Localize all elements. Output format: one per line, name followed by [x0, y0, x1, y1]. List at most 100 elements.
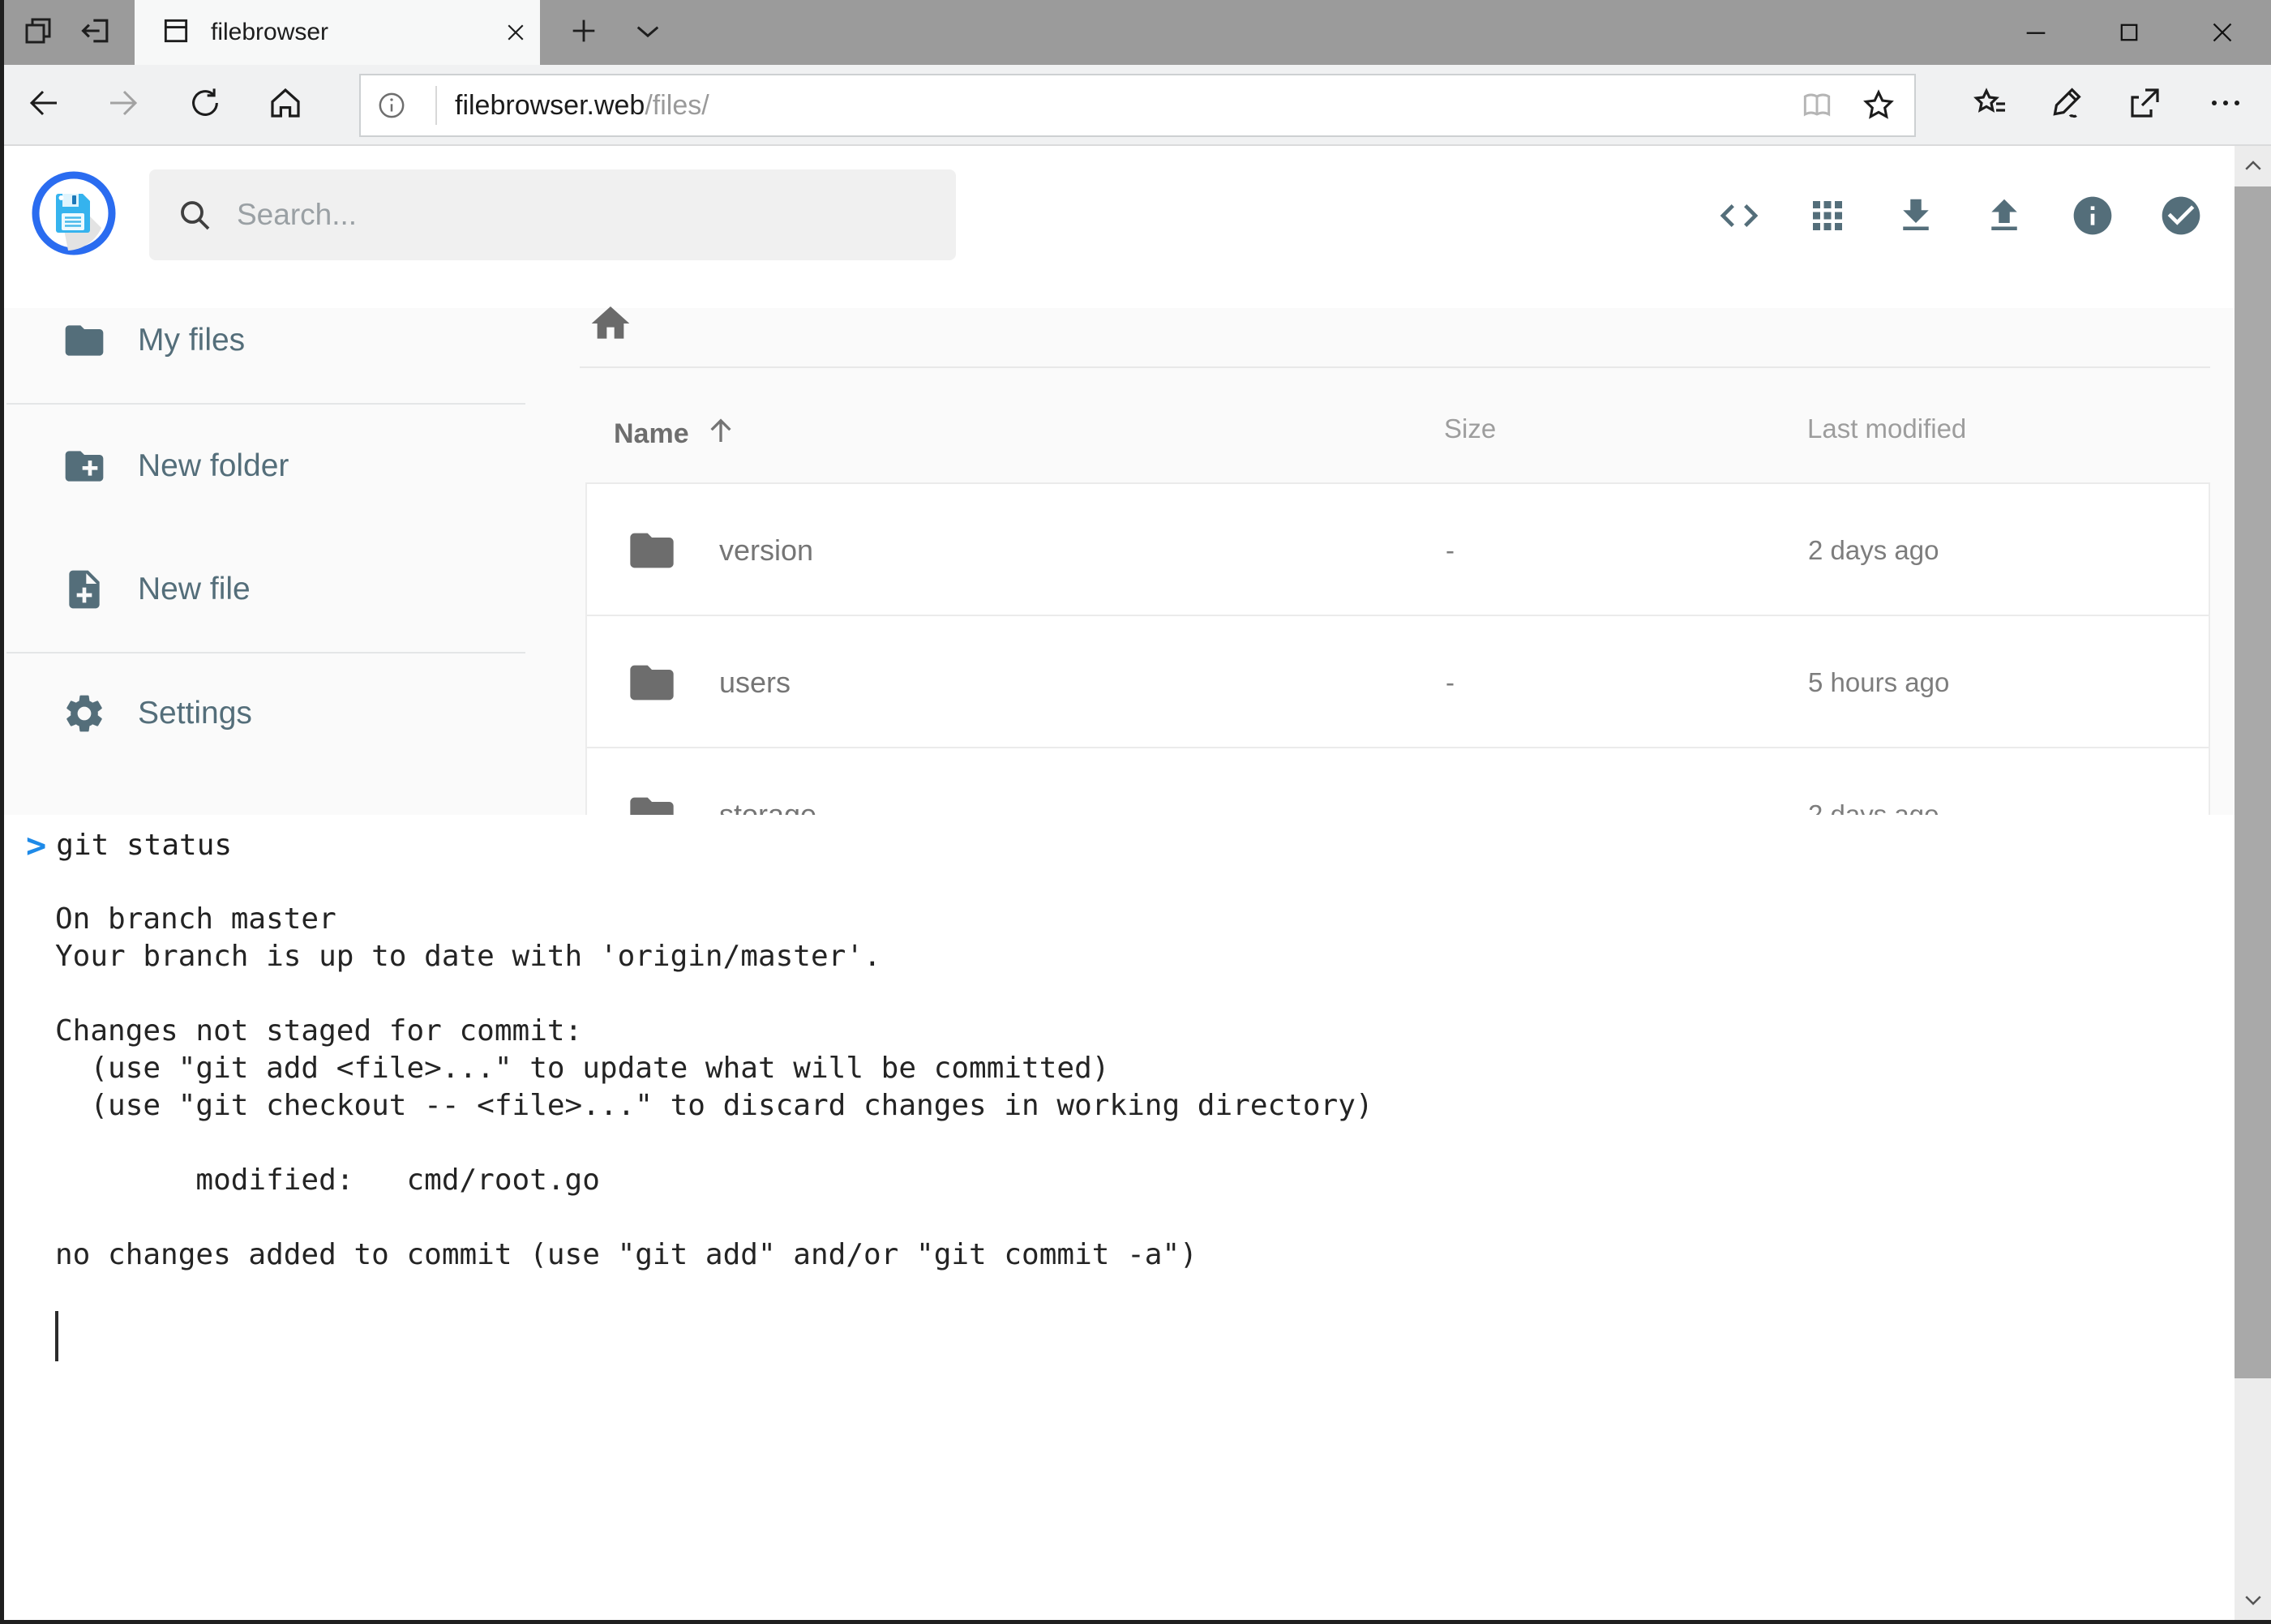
address-bar[interactable]: filebrowser.web/files/: [359, 74, 1916, 137]
download-icon: [1894, 194, 1938, 238]
refresh-icon: [186, 84, 224, 126]
browser-tab[interactable]: filebrowser: [135, 0, 540, 65]
url-path: /files/: [645, 90, 709, 121]
folder-icon: [62, 318, 107, 363]
web-notes-button[interactable]: [2035, 65, 2100, 144]
code-icon: [1716, 193, 1762, 238]
column-header-label: Size: [1444, 413, 1496, 444]
hub-favorites-icon: [1971, 84, 2010, 126]
minimize-button[interactable]: [1989, 0, 2082, 65]
close-window-button[interactable]: [2175, 0, 2269, 65]
scrollbar-thumb[interactable]: [2235, 186, 2271, 1378]
folder-icon: [626, 525, 678, 576]
column-header-modified[interactable]: Last modified: [1807, 413, 1966, 444]
maximize-button[interactable]: [2082, 0, 2175, 65]
forward-icon: [104, 84, 143, 126]
more-dots-icon: [2206, 84, 2245, 126]
web-notes-pen-icon: [2048, 84, 2087, 126]
tab-bar: filebrowser: [0, 0, 2271, 65]
grid-view-icon: [1806, 194, 1849, 238]
column-header-label: Name: [614, 418, 689, 450]
sidebar-item-label: My files: [138, 323, 245, 358]
browser-toolbar: filebrowser.web/files/: [0, 65, 2271, 146]
sidebar-item-label: New file: [138, 572, 251, 607]
sidebar-item-settings[interactable]: Settings: [0, 678, 535, 749]
tab-list-chevron-icon: [631, 14, 665, 52]
address-bar-separator: [435, 86, 437, 125]
sidebar-item-new-file[interactable]: New file: [0, 554, 535, 625]
file-name: version: [719, 533, 813, 568]
sidebar-divider: [6, 403, 525, 405]
back-icon: [24, 84, 63, 126]
new-tab-icon: [568, 15, 600, 51]
page-scrollbar[interactable]: [2235, 146, 2271, 1624]
terminal-panel[interactable]: > git status On branch master Your branc…: [0, 815, 2271, 1624]
reading-view-button[interactable]: [1786, 75, 1848, 135]
url-text: filebrowser.web/files/: [455, 90, 709, 122]
arrow-up-icon: [704, 413, 738, 455]
column-header-size[interactable]: Size: [1444, 413, 1496, 444]
tab-preview-icon: [21, 14, 55, 52]
tab-page-icon: [161, 15, 191, 50]
file-size: -: [1446, 667, 1455, 698]
hub-button[interactable]: [1958, 65, 2023, 144]
home-button[interactable]: [248, 65, 323, 144]
terminal-cursor: [55, 1311, 58, 1361]
share-button[interactable]: [2112, 65, 2177, 144]
raw-code-button[interactable]: [1705, 182, 1773, 250]
chevron-down-icon: [2241, 1588, 2265, 1612]
new-folder-icon: [62, 443, 107, 489]
prompt-chevron-icon: >: [26, 825, 46, 865]
download-button[interactable]: [1882, 182, 1950, 250]
grid-view-button[interactable]: [1793, 182, 1862, 250]
file-modified: 5 hours ago: [1808, 667, 1949, 698]
forward-button[interactable]: [86, 65, 161, 144]
refresh-button[interactable]: [168, 65, 242, 144]
info-icon: [2070, 193, 2115, 238]
back-button[interactable]: [6, 65, 81, 144]
scroll-up-button[interactable]: [2235, 146, 2271, 186]
info-button[interactable]: [2059, 182, 2127, 250]
set-tabs-aside-button[interactable]: [71, 0, 122, 65]
breadcrumb-divider: [580, 366, 2210, 368]
search-input[interactable]: [237, 198, 902, 232]
favorite-star-button[interactable]: [1848, 75, 1909, 135]
url-host: filebrowser.web: [455, 90, 645, 121]
share-icon: [2125, 84, 2164, 126]
sidebar-item-new-folder[interactable]: New folder: [0, 431, 535, 502]
sidebar-item-my-files[interactable]: My files: [0, 305, 535, 376]
file-size: -: [1446, 535, 1455, 566]
sidebar-divider: [6, 652, 525, 653]
site-info-icon[interactable]: [361, 75, 422, 135]
column-header-name[interactable]: Name: [614, 413, 738, 455]
scroll-down-button[interactable]: [2235, 1579, 2271, 1620]
sidebar-item-label: Settings: [138, 696, 252, 731]
upload-button[interactable]: [1970, 182, 2038, 250]
tab-title: filebrowser: [211, 19, 491, 46]
file-name: users: [719, 666, 791, 700]
filebrowser-logo: [32, 171, 116, 255]
terminal-command: git status: [56, 829, 232, 862]
home-icon: [588, 301, 633, 346]
tab-close-button[interactable]: [491, 0, 540, 65]
select-multiple-button[interactable]: [2147, 182, 2215, 250]
column-header-label: Last modified: [1807, 413, 1966, 444]
search-bar[interactable]: [149, 169, 956, 260]
file-row-version[interactable]: version - 2 days ago: [587, 484, 2209, 616]
terminal-command-line: > git status: [26, 823, 232, 867]
settings-more-button[interactable]: [2193, 65, 2258, 144]
terminal-output: On branch master Your branch is up to da…: [55, 901, 1373, 1274]
tab-list-button[interactable]: [619, 0, 676, 65]
new-tab-button[interactable]: [558, 0, 610, 65]
sidebar-item-label: New folder: [138, 448, 289, 484]
breadcrumb-home-button[interactable]: [585, 298, 636, 349]
file-modified: 2 days ago: [1808, 535, 1939, 566]
upload-icon: [1982, 194, 2026, 238]
set-tabs-aside-icon: [79, 13, 114, 53]
tab-preview-button[interactable]: [15, 0, 62, 65]
chevron-up-icon: [2241, 154, 2265, 178]
check-circle-icon: [2158, 193, 2204, 238]
file-row-users[interactable]: users - 5 hours ago: [587, 616, 2209, 748]
settings-gear-icon: [62, 691, 107, 736]
folder-icon: [626, 657, 678, 709]
